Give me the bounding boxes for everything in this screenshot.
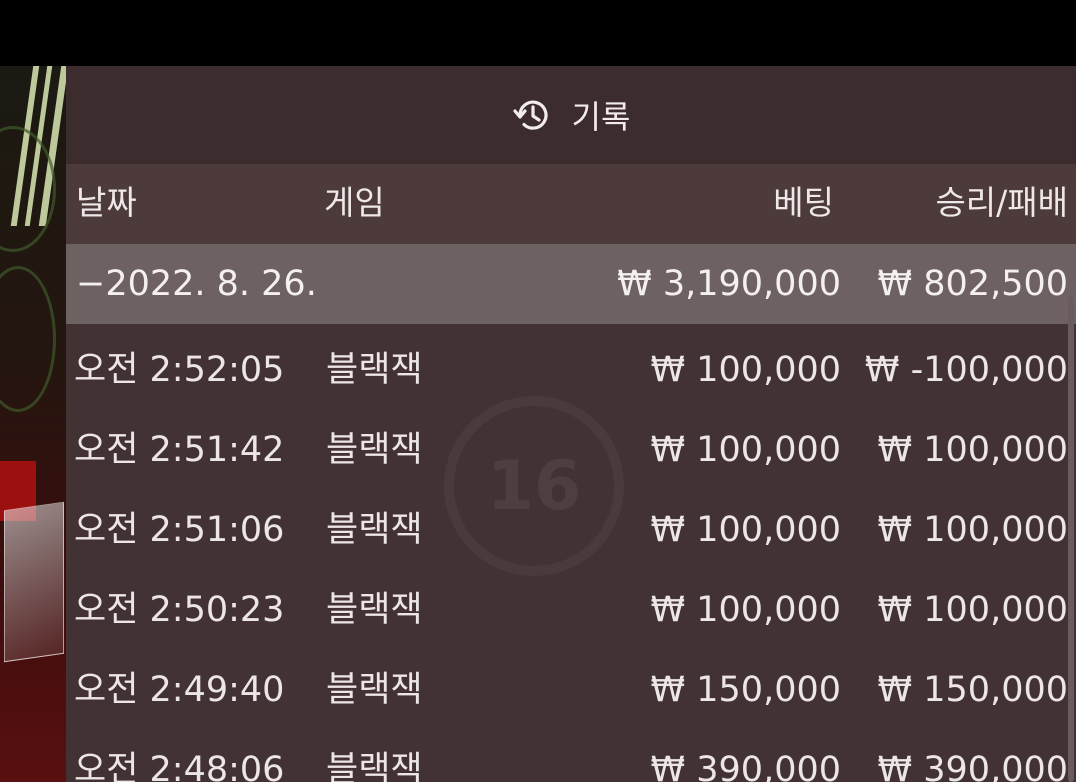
- background-glass-box: [4, 501, 64, 663]
- scrollbar[interactable]: [1068, 296, 1074, 782]
- table-row[interactable]: 오전 2:48:06 블랙잭 ₩ 390,000 ₩ 390,000: [66, 724, 1076, 782]
- column-header-bet[interactable]: 베팅: [773, 186, 834, 219]
- row-time: 오전 2:52:05: [74, 350, 285, 390]
- row-bet: ₩ 100,000: [650, 590, 841, 630]
- table-row[interactable]: 오전 2:51:06 블랙잭 ₩ 100,000 ₩ 100,000: [66, 484, 1076, 564]
- row-win-loss: ₩ 100,000: [877, 590, 1068, 630]
- panel-header: 기록: [66, 66, 1076, 164]
- row-time: 오전 2:51:42: [74, 430, 285, 470]
- table-row[interactable]: 오전 2:49:40 블랙잭 ₩ 150,000 ₩ 150,000: [66, 644, 1076, 724]
- row-game: 블랙잭: [326, 750, 423, 782]
- row-game: 블랙잭: [326, 590, 423, 630]
- row-game: 블랙잭: [326, 430, 423, 470]
- row-win-loss: ₩ 100,000: [877, 510, 1068, 550]
- column-header-date[interactable]: 날짜: [76, 186, 137, 219]
- row-time: 오전 2:48:06: [74, 750, 285, 782]
- row-win-loss: ₩ -100,000: [864, 350, 1068, 390]
- top-black-bar: [0, 0, 1076, 66]
- row-bet: ₩ 100,000: [650, 350, 841, 390]
- panel-title: 기록: [571, 98, 631, 136]
- table-row[interactable]: 오전 2:52:05 블랙잭 ₩ 100,000 ₩ -100,000: [66, 324, 1076, 404]
- column-header-row: 날짜 게임 베팅 승리/패배: [66, 164, 1076, 244]
- column-header-win-loss[interactable]: 승리/패배: [935, 186, 1068, 219]
- summary-bet: ₩ 3,190,000: [617, 264, 841, 304]
- row-game: 블랙잭: [326, 350, 423, 390]
- date-summary-row[interactable]: −2022. 8. 26. ₩ 3,190,000 ₩ 802,500: [66, 244, 1076, 324]
- row-bet: ₩ 390,000: [650, 750, 841, 782]
- game-table-background: [0, 66, 66, 782]
- column-header-game[interactable]: 게임: [324, 186, 385, 219]
- table-row[interactable]: 오전 2:51:42 블랙잭 ₩ 100,000 ₩ 100,000: [66, 404, 1076, 484]
- table-row[interactable]: 오전 2:50:23 블랙잭 ₩ 100,000 ₩ 100,000: [66, 564, 1076, 644]
- background-decoration: [0, 126, 56, 252]
- row-time: 오전 2:51:06: [74, 510, 285, 550]
- records-list: 오전 2:52:05 블랙잭 ₩ 100,000 ₩ -100,000 오전 2…: [66, 324, 1076, 782]
- row-time: 오전 2:49:40: [74, 670, 285, 710]
- panel-title-wrap: 기록: [66, 92, 1076, 138]
- row-time: 오전 2:50:23: [74, 590, 285, 630]
- summary-win-loss: ₩ 802,500: [877, 264, 1068, 304]
- row-win-loss: ₩ 150,000: [877, 670, 1068, 710]
- row-win-loss: ₩ 390,000: [877, 750, 1068, 782]
- row-bet: ₩ 100,000: [650, 430, 841, 470]
- background-decoration: [0, 266, 56, 412]
- row-bet: ₩ 100,000: [650, 510, 841, 550]
- summary-date: −2022. 8. 26.: [76, 264, 317, 304]
- history-panel: 16 기록 날짜 게임 베팅 승리/패배 −2022. 8. 26. ₩ 3,1…: [66, 66, 1076, 782]
- row-win-loss: ₩ 100,000: [877, 430, 1068, 470]
- row-bet: ₩ 150,000: [650, 670, 841, 710]
- row-game: 블랙잭: [326, 510, 423, 550]
- history-icon: [512, 94, 554, 136]
- row-game: 블랙잭: [326, 670, 423, 710]
